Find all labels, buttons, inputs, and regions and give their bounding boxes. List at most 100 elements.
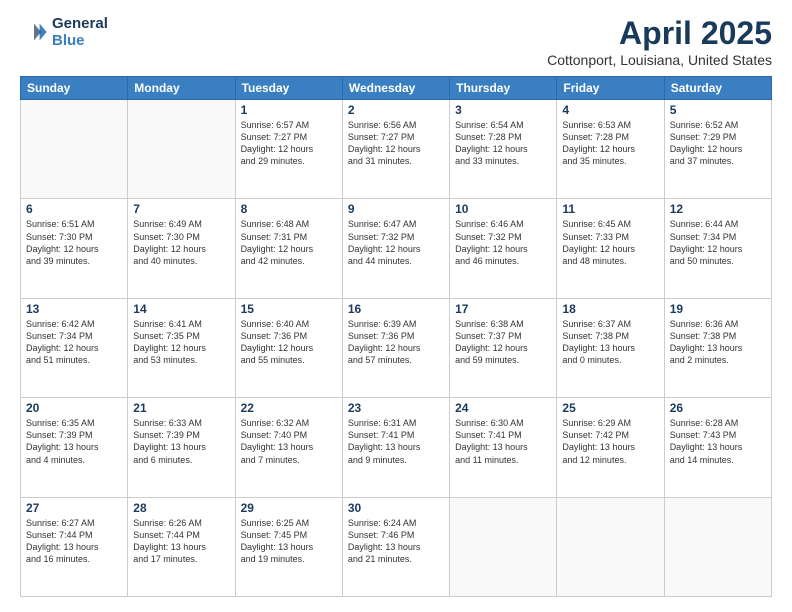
day-number: 12 (670, 202, 766, 216)
table-row: 13 Sunrise: 6:42 AM Sunset: 7:34 PM Dayli… (21, 298, 128, 397)
location-title: Cottonport, Louisiana, United States (547, 52, 772, 68)
weekday-header-wednesday: Wednesday (342, 77, 449, 100)
day-number: 14 (133, 302, 229, 316)
table-row: 3Sunrise: 6:54 AM Sunset: 7:28 PM Daylig… (450, 100, 557, 199)
day-info: Sunrise: 6:24 AM Sunset: 7:46 PM Dayligh… (348, 517, 444, 566)
day-number: 23 (348, 401, 444, 415)
day-info: Sunrise: 6:28 AM Sunset: 7:43 PM Dayligh… (670, 417, 766, 466)
title-block: April 2025 Cottonport, Louisiana, United… (547, 15, 772, 68)
table-row: 5 Sunrise: 6:52 AM Sunset: 7:29 PM Daylig… (664, 100, 771, 199)
week-row-3: 20Sunrise: 6:35 AM Sunset: 7:39 PM Dayli… (21, 398, 772, 497)
weekday-header-tuesday: Tuesday (235, 77, 342, 100)
table-row: 25Sunrise: 6:29 AM Sunset: 7:42 PM Dayli… (557, 398, 664, 497)
day-info: Sunrise: 6:30 AM Sunset: 7:41 PM Dayligh… (455, 417, 551, 466)
table-row: 4 Sunrise: 6:53 AM Sunset: 7:28 PM Daylig… (557, 100, 664, 199)
day-number: 2 (348, 103, 444, 117)
day-number: 13 (26, 302, 122, 316)
day-number: 10 (455, 202, 551, 216)
table-row (557, 497, 664, 596)
day-info: Sunrise: 6:36 AM Sunset: 7:38 PM Dayligh… (670, 318, 766, 367)
table-row: 27Sunrise: 6:27 AM Sunset: 7:44 PM Dayli… (21, 497, 128, 596)
day-info: Sunrise: 6:46 AM Sunset: 7:32 PM Dayligh… (455, 218, 551, 267)
day-info: Sunrise: 6:37 AM Sunset: 7:38 PM Dayligh… (562, 318, 658, 367)
day-info: Sunrise: 6:39 AM Sunset: 7:36 PM Dayligh… (348, 318, 444, 367)
day-info: Sunrise: 6:38 AM Sunset: 7:37 PM Dayligh… (455, 318, 551, 367)
week-row-2: 13 Sunrise: 6:42 AM Sunset: 7:34 PM Dayli… (21, 298, 772, 397)
day-number: 24 (455, 401, 551, 415)
header: General Blue April 2025 Cottonport, Loui… (20, 15, 772, 68)
table-row: 11 Sunrise: 6:45 AM Sunset: 7:33 PM Dayli… (557, 199, 664, 298)
table-row (128, 100, 235, 199)
day-number: 3 (455, 103, 551, 117)
day-info: Sunrise: 6:45 AM Sunset: 7:33 PM Dayligh… (562, 218, 658, 267)
weekday-header-saturday: Saturday (664, 77, 771, 100)
day-info: Sunrise: 6:47 AM Sunset: 7:32 PM Dayligh… (348, 218, 444, 267)
day-info: Sunrise: 6:52 AM Sunset: 7:29 PM Dayligh… (670, 119, 766, 168)
table-row (21, 100, 128, 199)
day-number: 29 (241, 501, 337, 515)
day-info: Sunrise: 6:26 AM Sunset: 7:44 PM Dayligh… (133, 517, 229, 566)
day-number: 20 (26, 401, 122, 415)
day-info: Sunrise: 6:44 AM Sunset: 7:34 PM Dayligh… (670, 218, 766, 267)
day-info: Sunrise: 6:42 AM Sunset: 7:34 PM Dayligh… (26, 318, 122, 367)
weekday-header-sunday: Sunday (21, 77, 128, 100)
table-row: 19 Sunrise: 6:36 AM Sunset: 7:38 PM Dayli… (664, 298, 771, 397)
table-row (664, 497, 771, 596)
day-number: 1 (241, 103, 337, 117)
day-number: 17 (455, 302, 551, 316)
day-number: 30 (348, 501, 444, 515)
day-number: 11 (562, 202, 658, 216)
day-number: 8 (241, 202, 337, 216)
day-info: Sunrise: 6:25 AM Sunset: 7:45 PM Dayligh… (241, 517, 337, 566)
table-row: 28Sunrise: 6:26 AM Sunset: 7:44 PM Dayli… (128, 497, 235, 596)
table-row: 14 Sunrise: 6:41 AM Sunset: 7:35 PM Dayli… (128, 298, 235, 397)
month-title: April 2025 (547, 15, 772, 52)
page: General Blue April 2025 Cottonport, Loui… (0, 0, 792, 612)
day-number: 19 (670, 302, 766, 316)
table-row: 15Sunrise: 6:40 AM Sunset: 7:36 PM Dayli… (235, 298, 342, 397)
day-info: Sunrise: 6:40 AM Sunset: 7:36 PM Dayligh… (241, 318, 337, 367)
day-number: 9 (348, 202, 444, 216)
table-row: 1Sunrise: 6:57 AM Sunset: 7:27 PM Daylig… (235, 100, 342, 199)
day-number: 4 (562, 103, 658, 117)
logo: General Blue (20, 15, 108, 49)
day-info: Sunrise: 6:29 AM Sunset: 7:42 PM Dayligh… (562, 417, 658, 466)
table-row: 2 Sunrise: 6:56 AM Sunset: 7:27 PM Daylig… (342, 100, 449, 199)
day-info: Sunrise: 6:56 AM Sunset: 7:27 PM Dayligh… (348, 119, 444, 168)
weekday-header-thursday: Thursday (450, 77, 557, 100)
table-row (450, 497, 557, 596)
table-row: 23 Sunrise: 6:31 AM Sunset: 7:41 PM Dayli… (342, 398, 449, 497)
table-row: 18Sunrise: 6:37 AM Sunset: 7:38 PM Dayli… (557, 298, 664, 397)
week-row-0: 1Sunrise: 6:57 AM Sunset: 7:27 PM Daylig… (21, 100, 772, 199)
day-info: Sunrise: 6:41 AM Sunset: 7:35 PM Dayligh… (133, 318, 229, 367)
table-row: 20Sunrise: 6:35 AM Sunset: 7:39 PM Dayli… (21, 398, 128, 497)
day-info: Sunrise: 6:31 AM Sunset: 7:41 PM Dayligh… (348, 417, 444, 466)
day-info: Sunrise: 6:53 AM Sunset: 7:28 PM Dayligh… (562, 119, 658, 168)
day-number: 22 (241, 401, 337, 415)
day-info: Sunrise: 6:33 AM Sunset: 7:39 PM Dayligh… (133, 417, 229, 466)
day-number: 26 (670, 401, 766, 415)
table-row: 30 Sunrise: 6:24 AM Sunset: 7:46 PM Dayli… (342, 497, 449, 596)
week-row-4: 27Sunrise: 6:27 AM Sunset: 7:44 PM Dayli… (21, 497, 772, 596)
table-row: 22Sunrise: 6:32 AM Sunset: 7:40 PM Dayli… (235, 398, 342, 497)
day-info: Sunrise: 6:48 AM Sunset: 7:31 PM Dayligh… (241, 218, 337, 267)
weekday-header-row: SundayMondayTuesdayWednesdayThursdayFrid… (21, 77, 772, 100)
table-row: 21 Sunrise: 6:33 AM Sunset: 7:39 PM Dayli… (128, 398, 235, 497)
table-row: 10 Sunrise: 6:46 AM Sunset: 7:32 PM Dayli… (450, 199, 557, 298)
day-number: 6 (26, 202, 122, 216)
day-number: 5 (670, 103, 766, 117)
day-number: 21 (133, 401, 229, 415)
day-number: 7 (133, 202, 229, 216)
day-number: 16 (348, 302, 444, 316)
table-row: 7Sunrise: 6:49 AM Sunset: 7:30 PM Daylig… (128, 199, 235, 298)
logo-text: General Blue (52, 15, 108, 49)
table-row: 17 Sunrise: 6:38 AM Sunset: 7:37 PM Dayli… (450, 298, 557, 397)
table-row: 8 Sunrise: 6:48 AM Sunset: 7:31 PM Daylig… (235, 199, 342, 298)
table-row: 26 Sunrise: 6:28 AM Sunset: 7:43 PM Dayli… (664, 398, 771, 497)
logo-icon (20, 18, 48, 46)
table-row: 6Sunrise: 6:51 AM Sunset: 7:30 PM Daylig… (21, 199, 128, 298)
day-number: 27 (26, 501, 122, 515)
table-row: 9 Sunrise: 6:47 AM Sunset: 7:32 PM Daylig… (342, 199, 449, 298)
table-row: 16 Sunrise: 6:39 AM Sunset: 7:36 PM Dayli… (342, 298, 449, 397)
week-row-1: 6Sunrise: 6:51 AM Sunset: 7:30 PM Daylig… (21, 199, 772, 298)
